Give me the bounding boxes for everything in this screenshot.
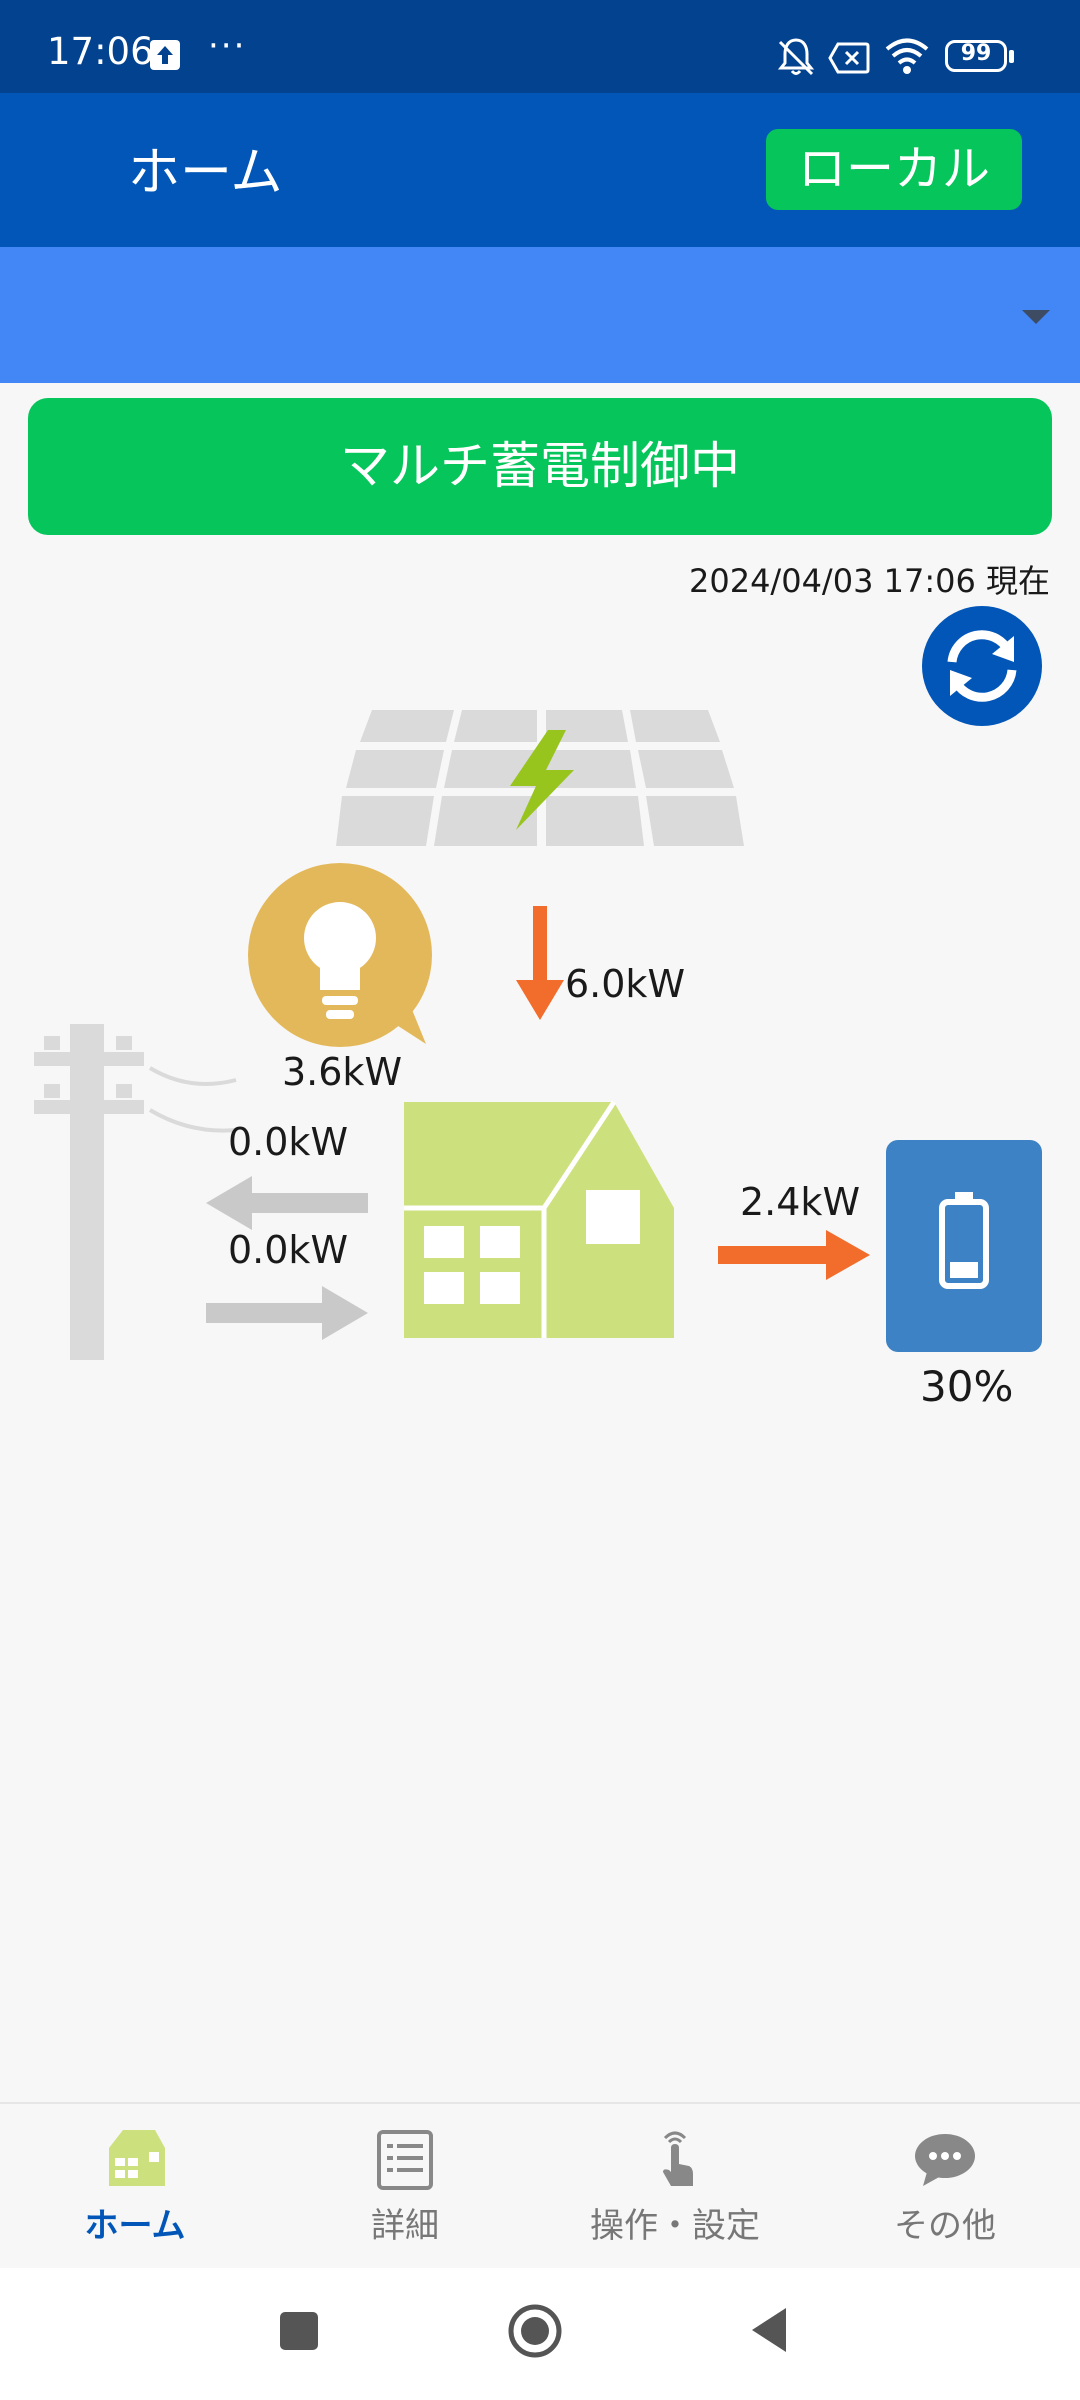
chat-icon [915,2134,975,2186]
nav-details[interactable]: 詳細 [270,2102,540,2268]
nav-home[interactable]: ホーム [0,2102,270,2268]
grid-buy-arrow [206,1303,334,1323]
recents-button[interactable] [280,2312,318,2350]
grid-buy-label: 0.0kW [228,1228,349,1272]
touch-icon [663,2131,693,2186]
energy-flow-diagram [34,710,1042,1360]
grid-sell-arrow [240,1193,368,1213]
solar-flow-arrow [533,906,547,986]
storage-battery-icon [886,1140,1042,1352]
sim-disabled-icon [828,42,870,74]
local-button[interactable]: ローカル [766,129,1022,210]
nav-settings-label: 操作・設定 [590,2206,760,2246]
nav-settings[interactable]: 操作・設定 [540,2102,810,2268]
back-button[interactable] [750,2306,790,2354]
house-icon [404,1100,674,1338]
lightbulb-icon [248,863,432,1047]
utility-pole-icon [34,1024,237,1360]
list-icon [377,2130,433,2190]
battery-tip [1009,50,1014,63]
nav-other-label: その他 [894,2206,996,2246]
solar-power-label: 6.0kW [565,962,686,1006]
bell-muted-icon [777,38,815,76]
updated-timestamp: 2024/04/03 17:06 現在 [688,562,1050,600]
battery-charge-label: 2.4kW [740,1180,861,1224]
battery-charge-arrow [718,1246,830,1264]
page-title: ホーム [128,143,283,203]
status-time: 17:06 [47,30,154,73]
home-icon [109,2130,165,2186]
battery-level-label: 30% [920,1362,1014,1411]
nav-details-label: 詳細 [371,2206,439,2246]
more-notifications-icon: ··· [208,26,247,66]
nav-home-label: ホーム [84,2206,186,2246]
home-system-button[interactable] [506,2302,564,2360]
chevron-down-icon[interactable] [1022,310,1050,324]
grid-sell-label: 0.0kW [228,1120,349,1164]
control-status-banner: マルチ蓄電制御中 [28,398,1052,535]
consumption-label: 3.6kW [282,1050,403,1094]
nav-other[interactable]: その他 [810,2102,1080,2268]
upload-icon [150,40,180,70]
site-selector[interactable] [0,247,1080,383]
battery-level: 99 [960,41,992,66]
wifi-icon [885,38,929,74]
